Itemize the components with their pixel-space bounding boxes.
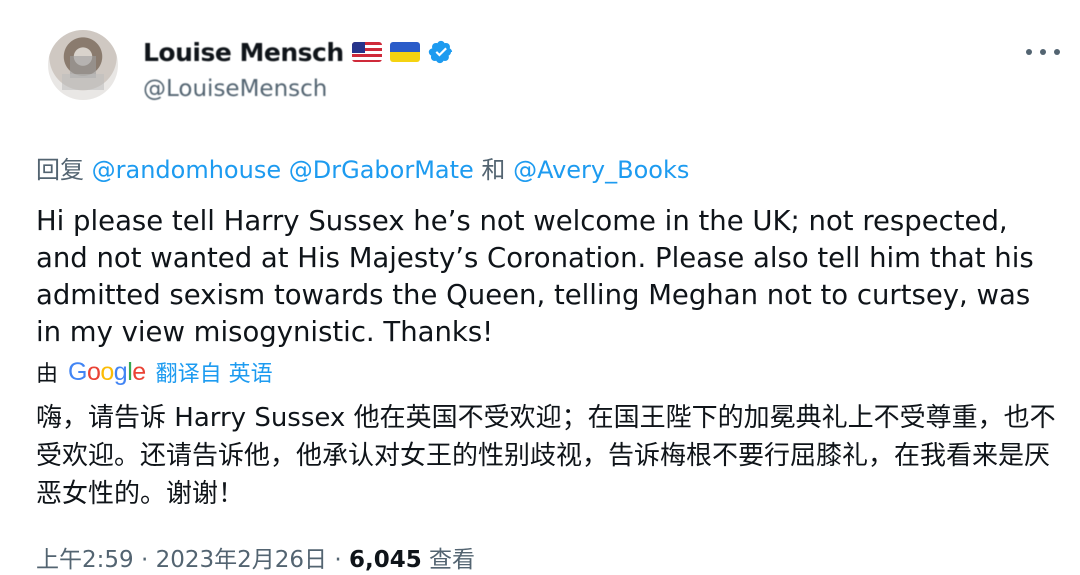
verified-badge-icon [428, 40, 452, 64]
reply-prefix: 回复 [36, 156, 84, 184]
ukraine-flag-icon [389, 42, 420, 62]
translated-from-link[interactable]: 翻译自 英语 [156, 356, 273, 388]
avatar[interactable] [48, 30, 118, 100]
reply-conjunction: 和 [481, 156, 506, 184]
meta-separator: · [334, 547, 342, 573]
views-count: 6,045 [348, 547, 422, 573]
meta-separator: · [140, 547, 149, 573]
google-logo: Google [68, 357, 146, 386]
tweet-time[interactable]: 上午2:59 [36, 547, 134, 573]
translation-attribution: 由 Google 翻译自 英语 [36, 356, 273, 388]
author-handle[interactable]: @LouiseMensch [143, 76, 327, 102]
views-label: 查看 [429, 547, 476, 573]
more-options-icon[interactable] [1026, 42, 1060, 62]
translated-text: 嗨，请告诉 Harry Sussex 他在英国不受欢迎；在国王陛下的加冕典礼上不… [36, 403, 1056, 509]
mention-link[interactable]: @randomhouse [92, 156, 281, 184]
tweet-date[interactable]: 2023年2月26日 [156, 547, 327, 573]
reply-context: 回复 @randomhouse @DrGaborMate 和 @Avery_Bo… [36, 150, 689, 185]
display-name[interactable]: Louise Mensch [143, 38, 344, 67]
translated-by-label: 由 [36, 362, 59, 387]
author-name-row: Louise Mensch [143, 36, 454, 68]
mention-link[interactable]: @Avery_Books [513, 156, 689, 184]
tweet: Louise Mensch @LouiseMensch 回复 @randomho… [0, 0, 1080, 575]
tweet-meta: 上午2:59 · 2023年2月26日 · 6,045 查看 [36, 540, 475, 574]
mention-link[interactable]: @DrGaborMate [289, 156, 474, 184]
us-flag-icon [351, 42, 382, 62]
tweet-text: Hi please tell Harry Sussex he’s not wel… [36, 205, 1034, 348]
